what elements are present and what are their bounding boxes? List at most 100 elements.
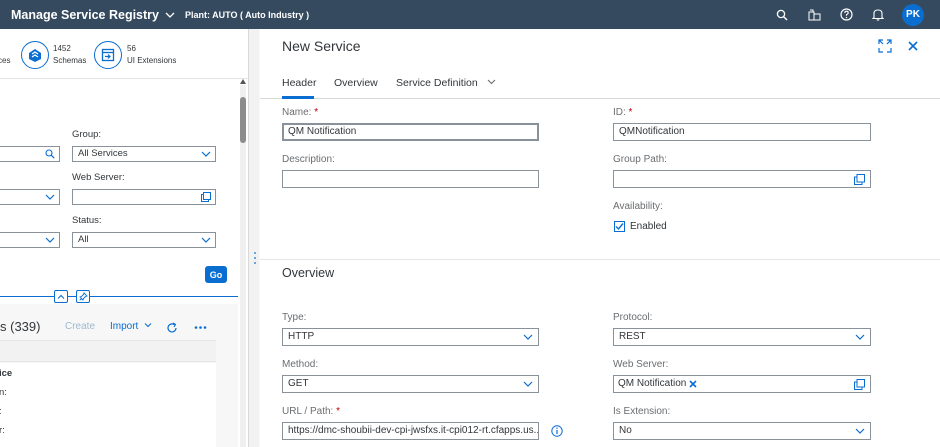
app-title[interactable]: Manage Service Registry (11, 8, 159, 22)
overview-section-title: Overview (282, 266, 335, 280)
more-icon[interactable] (194, 325, 207, 330)
value-help-icon[interactable] (854, 174, 865, 185)
type-value: HTTP (288, 331, 315, 342)
chevron-down-icon[interactable] (201, 235, 211, 245)
availability-label: Availability: (613, 201, 663, 212)
chevron-down-icon[interactable] (523, 332, 533, 342)
right-panel: New Service Header Overview Service Defi… (260, 29, 940, 447)
chevron-down-icon[interactable] (523, 379, 533, 389)
group-path-input[interactable] (613, 170, 871, 188)
shell-bar: Manage Service Registry Plant: AUTO ( Au… (0, 0, 940, 29)
table-title: s (339) (0, 319, 41, 334)
chevron-down-icon (144, 323, 152, 328)
webserver-label: Web Server: (72, 172, 125, 183)
kpi-services-label[interactable]: ces (0, 55, 10, 67)
import-button[interactable]: Import (110, 321, 152, 332)
close-icon[interactable] (906, 39, 920, 53)
url-label-text: URL / Path: (282, 406, 334, 417)
filter-select-3[interactable] (0, 232, 60, 248)
bell-icon[interactable] (870, 7, 886, 23)
chevron-down-icon[interactable] (45, 235, 55, 245)
webserver-label: Web Server: (613, 359, 669, 370)
method-value: GET (288, 378, 309, 389)
chevron-down-icon[interactable] (855, 426, 865, 436)
avatar[interactable]: PK (902, 3, 924, 26)
search-icon[interactable] (774, 7, 790, 23)
chevron-down-icon[interactable] (201, 149, 211, 159)
layout-divider[interactable] (248, 29, 259, 447)
group-select[interactable]: All Services (72, 146, 216, 162)
description-input[interactable] (282, 170, 539, 188)
chevron-down-icon[interactable] (45, 192, 55, 202)
extension-label: Is Extension: (613, 406, 671, 417)
table-body: ice n: : r: (0, 363, 216, 447)
url-input[interactable]: https://dmc-shoubii-dev-cpi-jwsfxs.it-cp… (282, 422, 539, 440)
chevron-up-icon (57, 294, 65, 299)
type-select[interactable]: HTTP (282, 328, 539, 346)
plant-label[interactable]: Plant: AUTO ( Auto Industry ) (185, 10, 309, 20)
kpi-schemas-label[interactable]: Schemas (53, 55, 86, 67)
refresh-icon[interactable] (166, 322, 178, 334)
create-button[interactable]: Create (65, 321, 95, 332)
token-remove-icon[interactable] (689, 380, 697, 388)
tab-service-definition-label: Service Definition (396, 77, 478, 89)
chevron-down-icon[interactable] (855, 332, 865, 342)
webserver-multiinput[interactable]: QM Notification (613, 375, 871, 393)
name-label-text: Name: (282, 107, 312, 118)
pin-header-button[interactable] (76, 290, 90, 303)
value-help-icon[interactable] (201, 192, 211, 202)
table-row[interactable]: ice (0, 368, 12, 379)
ui-extension-icon[interactable] (94, 41, 122, 69)
checkmark-icon (615, 223, 624, 231)
schema-icon[interactable] (21, 41, 49, 69)
search-icon[interactable] (45, 149, 55, 159)
left-panel: ces 1452 Schemas 56 UI Extensions Group:… (0, 29, 248, 447)
collapse-header-button[interactable] (54, 290, 68, 303)
webserver-token[interactable]: QM Notification (618, 377, 697, 391)
extension-value: No (619, 425, 632, 436)
shell-actions: PK (774, 0, 924, 29)
required-marker: * (311, 107, 319, 118)
left-scrollbar[interactable] (240, 79, 246, 447)
info-icon[interactable] (551, 425, 563, 437)
filter-bar: Group: All Services Web Server: Status: … (0, 80, 238, 295)
webserver-input[interactable] (72, 189, 216, 205)
method-label: Method: (282, 359, 319, 370)
status-select[interactable]: All (72, 232, 216, 248)
url-value: https://dmc-shoubii-dev-cpi-jwsfxs.it-cp… (288, 425, 539, 436)
group-path-label: Group Path: (613, 154, 667, 165)
tab-overview[interactable]: Overview (334, 77, 378, 89)
scroll-up-icon[interactable] (240, 79, 246, 84)
protocol-select[interactable]: REST (613, 328, 871, 346)
status-label: Status: (72, 215, 102, 226)
import-label: Import (110, 321, 139, 332)
table-header (0, 340, 216, 362)
extension-select[interactable]: No (613, 422, 871, 440)
enabled-label[interactable]: Enabled (630, 221, 667, 232)
tab-service-definition[interactable]: Service Definition (396, 77, 496, 89)
page-title: New Service (282, 38, 361, 54)
active-tab-indicator (282, 96, 314, 99)
filter-select-2[interactable] (0, 189, 60, 205)
webserver-token-text: QM Notification (618, 378, 687, 389)
kpi-ui-extensions-count: 56 (127, 44, 136, 53)
protocol-label: Protocol: (613, 312, 653, 323)
required-marker: * (333, 406, 340, 417)
id-input[interactable]: QMNotification (613, 123, 871, 141)
go-button[interactable]: Go (205, 266, 227, 283)
building-icon[interactable] (806, 7, 822, 23)
scrollbar-thumb[interactable] (240, 97, 246, 143)
help-icon[interactable] (838, 7, 854, 23)
chevron-down-icon[interactable] (165, 10, 175, 20)
search-field[interactable] (0, 146, 60, 162)
value-help-icon[interactable] (854, 379, 865, 390)
name-value: QM Notification (288, 126, 357, 137)
tab-header[interactable]: Header (282, 77, 316, 89)
name-label: Name: * (282, 107, 318, 118)
enabled-checkbox[interactable] (614, 221, 625, 232)
fullscreen-icon[interactable] (878, 39, 892, 53)
method-select[interactable]: GET (282, 375, 539, 393)
kpi-ui-extensions-label[interactable]: UI Extensions (127, 55, 176, 67)
splitter-grip-icon[interactable] (254, 252, 256, 264)
name-input[interactable]: QM Notification (282, 123, 539, 141)
